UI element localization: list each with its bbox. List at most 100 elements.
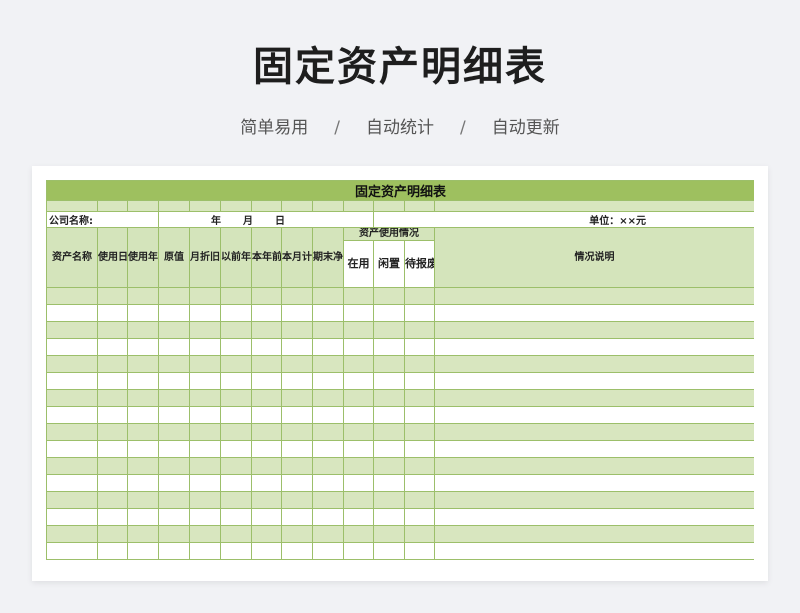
table-cell[interactable] (373, 491, 405, 509)
table-cell[interactable] (46, 457, 98, 475)
table-cell[interactable] (434, 406, 754, 424)
table-cell[interactable] (434, 440, 754, 458)
table-cell[interactable] (127, 406, 159, 424)
table-cell[interactable] (434, 542, 754, 560)
table-cell[interactable] (373, 355, 405, 373)
table-cell[interactable] (220, 491, 252, 509)
table-cell[interactable] (281, 474, 313, 492)
table-cell[interactable] (158, 389, 190, 407)
table-cell[interactable] (281, 355, 313, 373)
table-cell[interactable] (434, 304, 754, 322)
table-cell[interactable] (281, 338, 313, 356)
table-cell[interactable] (220, 355, 252, 373)
table-cell[interactable] (158, 440, 190, 458)
table-cell[interactable] (46, 423, 98, 441)
table-cell[interactable] (189, 491, 221, 509)
table-cell[interactable] (343, 321, 374, 339)
table-cell[interactable] (373, 287, 405, 305)
table-cell[interactable] (97, 508, 128, 526)
table-cell[interactable] (434, 457, 754, 475)
table-cell[interactable] (97, 440, 128, 458)
table-cell[interactable] (46, 508, 98, 526)
table-cell[interactable] (312, 406, 344, 424)
table-cell[interactable] (127, 423, 159, 441)
table-cell[interactable] (281, 304, 313, 322)
table-cell[interactable] (220, 440, 252, 458)
table-cell[interactable] (97, 338, 128, 356)
table-cell[interactable] (251, 474, 282, 492)
table-cell[interactable] (189, 457, 221, 475)
table-cell[interactable] (343, 287, 374, 305)
table-cell[interactable] (404, 491, 435, 509)
table-cell[interactable] (46, 525, 98, 543)
table-cell[interactable] (46, 542, 98, 560)
table-cell[interactable] (343, 406, 374, 424)
table-cell[interactable] (312, 287, 344, 305)
table-cell[interactable] (373, 406, 405, 424)
table-cell[interactable] (127, 457, 159, 475)
table-cell[interactable] (343, 474, 374, 492)
table-cell[interactable] (434, 474, 754, 492)
table-cell[interactable] (46, 321, 98, 339)
table-cell[interactable] (189, 389, 221, 407)
table-cell[interactable] (251, 542, 282, 560)
table-cell[interactable] (46, 372, 98, 390)
table-cell[interactable] (343, 372, 374, 390)
table-cell[interactable] (251, 338, 282, 356)
table-cell[interactable] (404, 508, 435, 526)
table-cell[interactable] (434, 355, 754, 373)
table-cell[interactable] (434, 491, 754, 509)
table-cell[interactable] (97, 406, 128, 424)
table-cell[interactable] (97, 372, 128, 390)
table-cell[interactable] (220, 406, 252, 424)
table-cell[interactable] (404, 321, 435, 339)
table-cell[interactable] (251, 372, 282, 390)
table-cell[interactable] (158, 525, 190, 543)
table-cell[interactable] (158, 542, 190, 560)
table-cell[interactable] (343, 491, 374, 509)
table-cell[interactable] (281, 508, 313, 526)
table-cell[interactable] (220, 423, 252, 441)
table-cell[interactable] (404, 423, 435, 441)
table-cell[interactable] (312, 474, 344, 492)
table-cell[interactable] (158, 304, 190, 322)
table-cell[interactable] (343, 457, 374, 475)
table-cell[interactable] (46, 304, 98, 322)
table-cell[interactable] (373, 542, 405, 560)
table-cell[interactable] (373, 372, 405, 390)
table-cell[interactable] (220, 542, 252, 560)
table-cell[interactable] (251, 508, 282, 526)
table-cell[interactable] (281, 423, 313, 441)
table-cell[interactable] (312, 525, 344, 543)
table-cell[interactable] (281, 321, 313, 339)
table-cell[interactable] (220, 457, 252, 475)
table-cell[interactable] (189, 406, 221, 424)
table-cell[interactable] (251, 440, 282, 458)
table-cell[interactable] (343, 423, 374, 441)
table-cell[interactable] (189, 287, 221, 305)
table-cell[interactable] (312, 457, 344, 475)
table-cell[interactable] (434, 321, 754, 339)
table-cell[interactable] (343, 338, 374, 356)
table-cell[interactable] (281, 389, 313, 407)
table-cell[interactable] (46, 406, 98, 424)
table-cell[interactable] (46, 338, 98, 356)
table-cell[interactable] (251, 525, 282, 543)
table-cell[interactable] (281, 406, 313, 424)
table-cell[interactable] (434, 423, 754, 441)
table-cell[interactable] (127, 508, 159, 526)
table-cell[interactable] (343, 440, 374, 458)
table-cell[interactable] (434, 338, 754, 356)
table-cell[interactable] (434, 525, 754, 543)
table-cell[interactable] (46, 287, 98, 305)
table-cell[interactable] (97, 287, 128, 305)
table-cell[interactable] (189, 338, 221, 356)
table-cell[interactable] (127, 491, 159, 509)
table-cell[interactable] (373, 321, 405, 339)
table-cell[interactable] (312, 372, 344, 390)
table-cell[interactable] (127, 321, 159, 339)
table-cell[interactable] (97, 389, 128, 407)
table-cell[interactable] (312, 440, 344, 458)
table-cell[interactable] (97, 321, 128, 339)
table-cell[interactable] (158, 457, 190, 475)
